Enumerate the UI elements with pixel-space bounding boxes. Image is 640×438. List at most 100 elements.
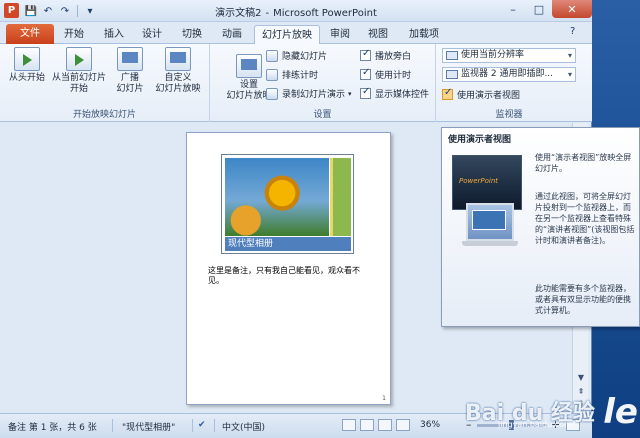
presenter-view-illustration: PowerPoint	[452, 155, 522, 252]
tab-view[interactable]: 视图	[364, 25, 392, 44]
tab-home[interactable]: 开始	[60, 25, 88, 44]
slide-show-view-icon[interactable]	[396, 419, 410, 431]
show-media-controls-checkbox[interactable]: 显示媒体控件	[360, 86, 429, 101]
help-icon[interactable]: ?	[570, 26, 575, 37]
laptop-slide-image	[472, 210, 506, 230]
hide-slide-button[interactable]: 隐藏幻灯片	[266, 48, 327, 63]
tooltip-paragraph-2: 通过此视图，可将全屏幻灯片投射到一个监视器上，而在另一个监视器上查看特殊的“演讲…	[535, 192, 635, 245]
setup-slide-show-icon	[236, 54, 262, 78]
group-setup: 设置 幻灯片放映 隐藏幻灯片 排练计时 录制幻灯片演示 ▾ 播放旁白	[210, 44, 436, 122]
play-from-current-icon	[66, 47, 92, 71]
group-start-slide-show: 从头开始 从当前幻灯片 开始 广播 幻灯片 自定义 幻灯片放映 开始放映幻灯片	[0, 44, 210, 122]
presenter-view-tooltip: 使用演示者视图 PowerPoint 使用“演示者视图”放映全屏幻灯片。 通过此…	[441, 127, 640, 327]
presenter-view-check-icon[interactable]	[442, 87, 453, 100]
record-icon	[266, 87, 278, 100]
play-narrations-label: 播放旁白	[375, 52, 412, 62]
minimize-button[interactable]: –	[500, 0, 526, 18]
reading-view-icon[interactable]	[378, 419, 392, 431]
laptop-base-image	[462, 241, 518, 246]
rehearse-timings-icon	[266, 68, 278, 81]
tab-design[interactable]: 设计	[138, 25, 166, 44]
custom-slide-show-button[interactable]: 自定义 幻灯片放映	[150, 47, 206, 95]
monitor-icon	[446, 70, 458, 79]
use-timings-check-icon[interactable]	[360, 67, 371, 80]
application-name: Microsoft PowerPoint	[273, 8, 377, 19]
group-monitors-label: 监视器	[495, 110, 523, 120]
play-narrations-check-icon[interactable]	[360, 48, 371, 61]
tab-add-ins[interactable]: 加载项	[404, 25, 444, 44]
status-separator	[112, 419, 113, 432]
show-media-check-icon[interactable]	[360, 86, 371, 99]
spelling-check-icon[interactable]: ✔	[198, 420, 206, 430]
broadcast-slide-show-button[interactable]: 广播 幻灯片	[112, 47, 148, 95]
desktop-logo: le	[603, 392, 638, 432]
use-timings-label: 使用计时	[375, 71, 412, 81]
chevron-down-icon: ▾	[567, 70, 572, 79]
slide-counter: 备注 第 1 张，共 6 张	[8, 423, 97, 433]
rehearse-timings-label: 排练计时	[282, 71, 319, 81]
group-monitors: 使用当前分辨率 ▾ 监视器 2 通用即插即... ▾ 使用演示者视图 监视器	[436, 44, 582, 122]
hide-slide-icon	[266, 49, 278, 62]
presenter-view-label: 使用演示者视图	[457, 91, 521, 101]
record-dropdown-icon[interactable]: ▾	[348, 90, 352, 98]
custom-show-label-1: 自定义	[164, 73, 192, 83]
slide-sorter-view-icon[interactable]	[360, 419, 374, 431]
tab-transitions[interactable]: 切换	[178, 25, 206, 44]
tab-slide-show[interactable]: 幻灯片放映	[254, 25, 320, 45]
page-number: 1	[382, 395, 386, 402]
from-current-label-2: 开始	[69, 84, 88, 94]
document-name: 演示文稿2	[215, 8, 262, 19]
speaker-notes[interactable]: 这里是备注，只有我自己能看见，观众看不见。	[208, 266, 373, 286]
sunflower-photo	[225, 158, 329, 236]
resolution-icon	[446, 51, 458, 60]
hide-slide-label: 隐藏幻灯片	[282, 52, 328, 62]
broadcast-label-2: 幻灯片	[116, 84, 144, 94]
title-separator: -	[265, 8, 270, 19]
normal-view-icon[interactable]	[342, 419, 356, 431]
watermark-url: jingyan.baidu.com	[498, 420, 572, 429]
group-setup-label: 设置	[313, 110, 332, 120]
close-button[interactable]: ✕	[552, 0, 592, 18]
from-beginning-button[interactable]: 从头开始	[8, 47, 46, 84]
custom-show-label-2: 幻灯片放映	[155, 84, 201, 94]
presenter-view-checkbox[interactable]: 使用演示者视图	[442, 87, 520, 102]
monitor-dropdown[interactable]: 监视器 2 通用即插即... ▾	[442, 67, 576, 82]
tooltip-paragraph-3: 此功能需要有多个监视器，或者具有双显示功能的便携式计算机。	[535, 284, 631, 315]
resolution-value: 使用当前分辨率	[461, 50, 525, 60]
tooltip-paragraph-1: 使用“演示者视图”放映全屏幻灯片。	[535, 153, 632, 173]
from-current-slide-button[interactable]: 从当前幻灯片 开始	[50, 47, 108, 95]
chevron-down-icon: ▾	[567, 51, 572, 60]
resolution-dropdown[interactable]: 使用当前分辨率 ▾	[442, 48, 576, 63]
monitor-value: 监视器 2 通用即插即...	[461, 69, 554, 79]
record-label: 录制幻灯片演示	[282, 90, 346, 100]
tab-file[interactable]: 文件	[6, 24, 54, 44]
from-beginning-label: 从头开始	[8, 73, 45, 83]
rehearse-timings-button[interactable]: 排练计时	[266, 67, 318, 82]
decor-stripe-green	[333, 158, 351, 236]
maximize-button[interactable]: □	[526, 0, 552, 18]
broadcast-icon	[117, 47, 143, 71]
slide-caption: 现代型相册	[225, 237, 351, 251]
illustration-title: PowerPoint	[459, 177, 499, 185]
play-from-beginning-icon	[14, 47, 40, 71]
use-timings-checkbox[interactable]: 使用计时	[360, 67, 411, 82]
ribbon-tabs: 文件 开始 插入 设计 切换 动画 幻灯片放映 审阅 视图 加载项 ?	[0, 22, 592, 45]
show-media-label: 显示媒体控件	[375, 90, 430, 100]
status-separator	[192, 419, 193, 432]
theme-name[interactable]: "现代型相册"	[122, 420, 175, 433]
slide-thumbnail[interactable]: 现代型相册	[221, 154, 354, 254]
scroll-down-icon[interactable]: ▼	[575, 373, 587, 383]
broadcast-label-1: 广播	[120, 73, 139, 83]
tooltip-title: 使用演示者视图	[448, 135, 512, 145]
group-start-label: 开始放映幻灯片	[72, 110, 136, 120]
record-slide-show-button[interactable]: 录制幻灯片演示 ▾	[266, 86, 352, 101]
ribbon: 从头开始 从当前幻灯片 开始 广播 幻灯片 自定义 幻灯片放映 开始放映幻灯片	[0, 44, 592, 122]
window-controls: – □ ✕	[500, 0, 592, 18]
play-narrations-checkbox[interactable]: 播放旁白	[360, 48, 411, 63]
tab-insert[interactable]: 插入	[100, 25, 128, 44]
zoom-level[interactable]: 36%	[420, 420, 440, 430]
tab-review[interactable]: 审阅	[326, 25, 354, 44]
tab-animations[interactable]: 动画	[218, 25, 246, 44]
custom-slide-show-icon	[165, 47, 191, 71]
language-indicator[interactable]: 中文(中国)	[222, 420, 265, 433]
